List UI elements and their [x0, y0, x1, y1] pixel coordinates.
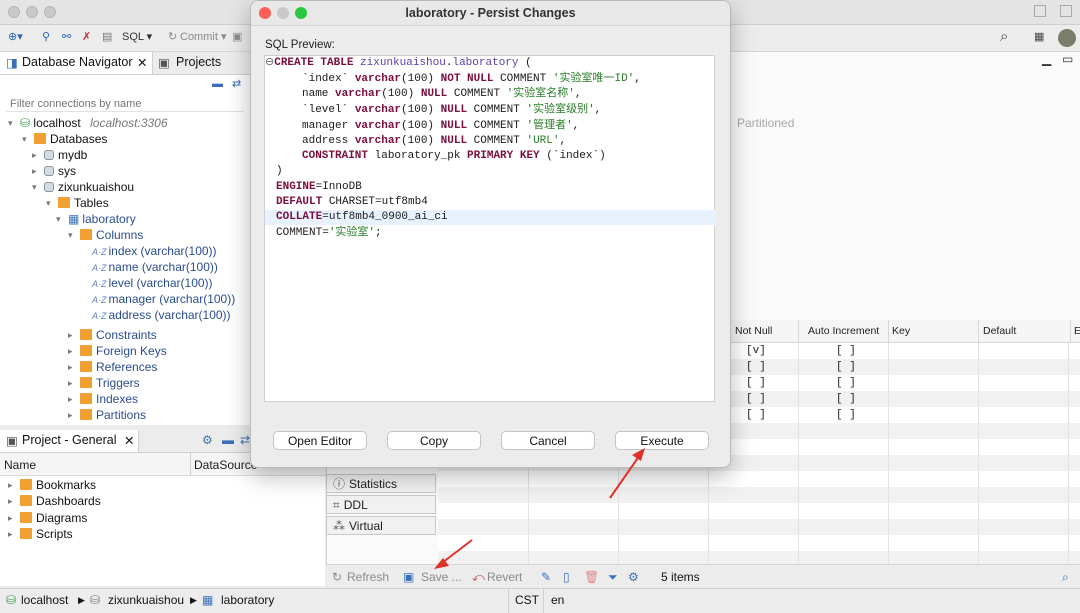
annotation-arrows — [434, 448, 645, 569]
arrow-to-save — [434, 539, 473, 569]
arrow-to-execute — [609, 448, 645, 499]
